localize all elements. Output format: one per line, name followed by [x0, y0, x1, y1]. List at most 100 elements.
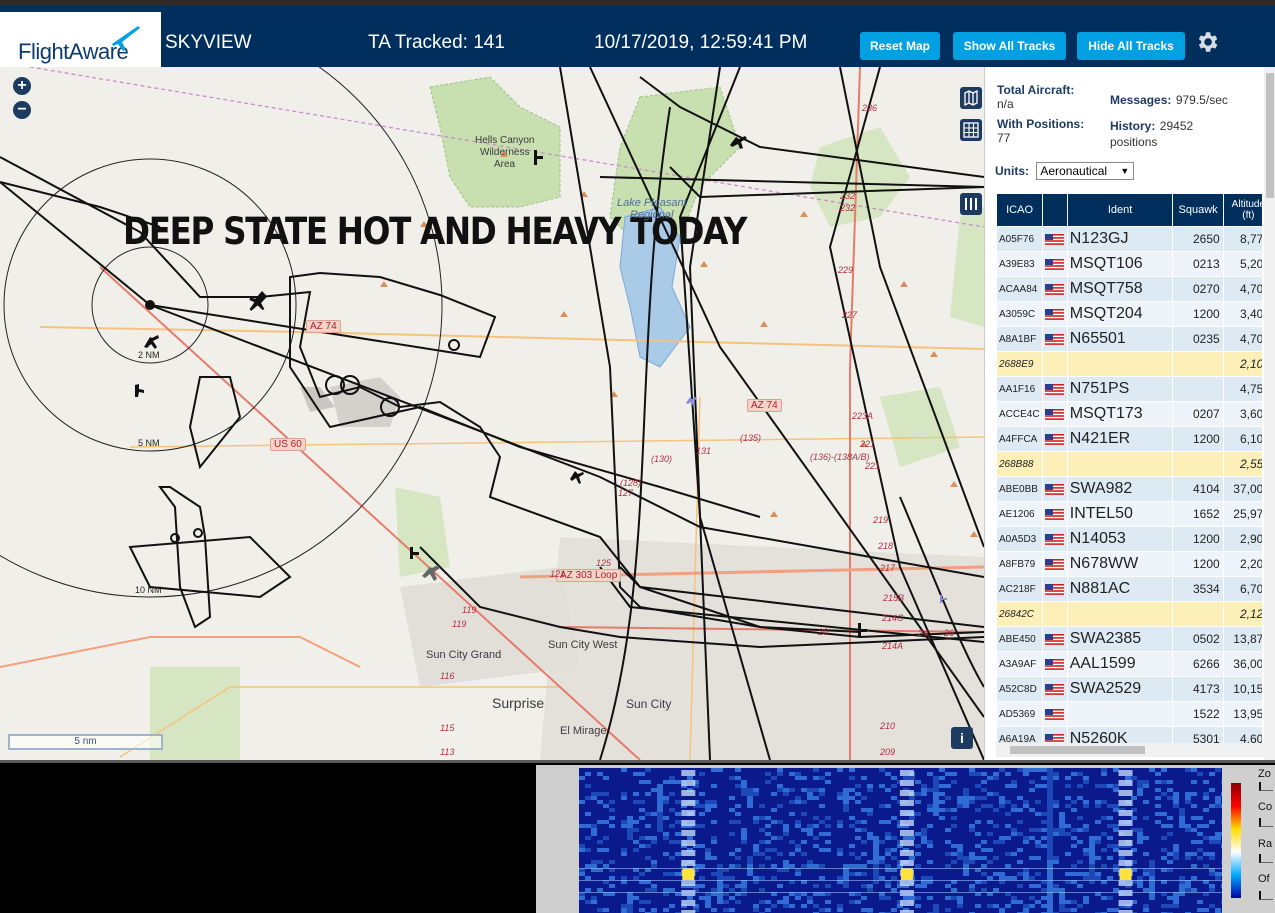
- altitude-header-line2: (ft): [1242, 210, 1255, 221]
- table-row[interactable]: AD5369 152213,950: [997, 702, 1262, 726]
- units-select[interactable]: Aeronautical ▼: [1036, 162, 1135, 180]
- ident-cell: AAL1599: [1067, 652, 1173, 676]
- icao-cell: 26842C: [997, 602, 1043, 626]
- squawk-cell: 4104: [1173, 477, 1223, 501]
- aircraft-icon: [249, 291, 268, 311]
- altitude-cell: 2,550: [1223, 452, 1262, 476]
- ident-cell: MSQT173: [1067, 402, 1173, 426]
- zoom-slider[interactable]: [1259, 782, 1273, 791]
- offset-label: Of: [1258, 873, 1270, 885]
- ident-cell: N5260K: [1067, 727, 1173, 743]
- table-row[interactable]: A8A1BF N6550102354,700: [997, 327, 1262, 351]
- us-flag-icon: [1045, 534, 1065, 546]
- altitude-cell: 25,975: [1223, 502, 1262, 526]
- scrollbar-thumb[interactable]: [1010, 746, 1145, 754]
- table-row[interactable]: A4FFCA N421ER12006,100: [997, 427, 1262, 451]
- squawk-cell: 1200: [1173, 527, 1223, 551]
- table-row[interactable]: AA1F16 N751PS 4,750: [997, 377, 1262, 401]
- with-positions-value: 77: [997, 131, 1011, 145]
- reset-map-button[interactable]: Reset Map: [860, 32, 940, 60]
- icao-cell: ABE450: [997, 627, 1043, 651]
- icao-cell: A8FB79: [997, 552, 1043, 576]
- icao-cell: AC218F: [997, 577, 1043, 601]
- table-row[interactable]: 2688E9 2,100: [997, 352, 1262, 376]
- waterfall-plot: [579, 768, 1222, 913]
- show-all-tracks-button[interactable]: Show All Tracks: [953, 32, 1066, 60]
- squawk-cell: 0213: [1173, 252, 1223, 276]
- table-row[interactable]: A39E83 MSQT10602135,200: [997, 252, 1262, 276]
- ring-label: 5 NM: [138, 438, 160, 448]
- altitude-cell: 13,875: [1223, 627, 1262, 651]
- squawk-cell: 1200: [1173, 427, 1223, 451]
- ident-cell: [1067, 352, 1173, 376]
- table-row[interactable]: AC218F N881AC35346,700: [997, 577, 1262, 601]
- route-number: 219: [873, 515, 889, 525]
- table-row[interactable]: ABE450 SWA2385050213,875: [997, 627, 1262, 651]
- column-header-altitude[interactable]: Altitude (ft): [1223, 194, 1262, 226]
- gear-icon[interactable]: [1194, 29, 1220, 55]
- vertical-scrollbar[interactable]: [1264, 67, 1275, 760]
- table-row[interactable]: A6A19A N5260K53014,600: [997, 727, 1262, 743]
- table-row[interactable]: A05F76 N123GJ26508,775: [997, 227, 1262, 251]
- aircraft-icon: [858, 623, 867, 637]
- zoom-out-button[interactable]: −: [13, 101, 31, 119]
- table-row[interactable]: AE1206 INTEL50165225,975: [997, 502, 1262, 526]
- table-row[interactable]: A3059C MSQT20412003,400: [997, 302, 1262, 326]
- flightaware-logo[interactable]: FlightAware: [0, 12, 161, 73]
- table-row[interactable]: A52C8D SWA2529417310,150: [997, 677, 1262, 701]
- offset-slider[interactable]: [1259, 891, 1273, 900]
- hide-all-tracks-button[interactable]: Hide All Tracks: [1077, 32, 1185, 60]
- icao-cell: ACAA84: [997, 277, 1043, 301]
- icao-cell: 2688E9: [997, 352, 1043, 376]
- horizontal-scrollbar[interactable]: [996, 743, 1264, 757]
- scrollbar-thumb[interactable]: [1266, 73, 1274, 198]
- ident-cell: N14053: [1067, 527, 1173, 551]
- flag-cell: [1043, 602, 1067, 626]
- table-row[interactable]: A3A9AF AAL1599626636,000: [997, 652, 1262, 676]
- column-header-squawk[interactable]: Squawk: [1173, 194, 1223, 226]
- column-header-ident[interactable]: Ident: [1067, 194, 1173, 226]
- table-row[interactable]: 268B88 2,550: [997, 452, 1262, 476]
- route-number: 221: [865, 461, 881, 471]
- altitude-cell: 3,400: [1223, 302, 1262, 326]
- squawk-cell: 1200: [1173, 552, 1223, 576]
- zoom-in-button[interactable]: +: [13, 77, 31, 95]
- table-row[interactable]: ACCE4C MSQT17302073,600: [997, 402, 1262, 426]
- route-number: 236: [862, 103, 878, 113]
- contrast-slider[interactable]: [1259, 818, 1273, 827]
- flag-cell: [1043, 302, 1067, 326]
- flag-cell: [1043, 577, 1067, 601]
- map-layers-icon[interactable]: [960, 87, 982, 109]
- table-row[interactable]: A0A5D3 N1405312002,900: [997, 527, 1262, 551]
- history-label: History:: [1110, 119, 1156, 133]
- column-header-icao[interactable]: ICAO: [997, 194, 1043, 226]
- grid-icon[interactable]: [960, 119, 982, 141]
- route-number: 121: [550, 569, 566, 579]
- flag-cell: [1043, 677, 1067, 701]
- us-flag-icon: [1045, 484, 1065, 496]
- aircraft-icon: [534, 150, 543, 165]
- range-slider[interactable]: [1259, 854, 1273, 863]
- place-label: Sun City West: [548, 639, 618, 651]
- ident-cell: [1067, 602, 1173, 626]
- flag-cell: [1043, 652, 1067, 676]
- table-row[interactable]: ACAA84 MSQT75802704,700: [997, 277, 1262, 301]
- columns-icon[interactable]: [960, 193, 982, 215]
- place-label: Lake Pleasant: [617, 197, 687, 209]
- altitude-cell: 36,000: [1223, 652, 1262, 676]
- info-button[interactable]: i: [951, 727, 973, 749]
- waterfall-frame: Zo Co Ra Of: [536, 765, 1275, 913]
- ident-cell: MSQT106: [1067, 252, 1173, 276]
- squawk-cell: 0207: [1173, 402, 1223, 426]
- column-header-flag[interactable]: [1043, 194, 1067, 226]
- table-row[interactable]: A8FB79 N678WW12002,200: [997, 552, 1262, 576]
- map-view[interactable]: + − DEEP STATE HOT AND HEAVY TODAY Hells…: [0, 67, 984, 760]
- route-number: 214A: [882, 641, 904, 651]
- table-row[interactable]: 26842C 2,125: [997, 602, 1262, 626]
- aircraft-table-container[interactable]: ICAO Ident Squawk Altitude (ft) A05F76 N1…: [996, 193, 1262, 743]
- flag-cell: [1043, 727, 1067, 743]
- units-label: Units:: [995, 164, 1029, 178]
- table-row[interactable]: ABE0BB SWA982410437,000: [997, 477, 1262, 501]
- route-number: 209: [880, 747, 896, 757]
- ident-cell: SWA2385: [1067, 627, 1173, 651]
